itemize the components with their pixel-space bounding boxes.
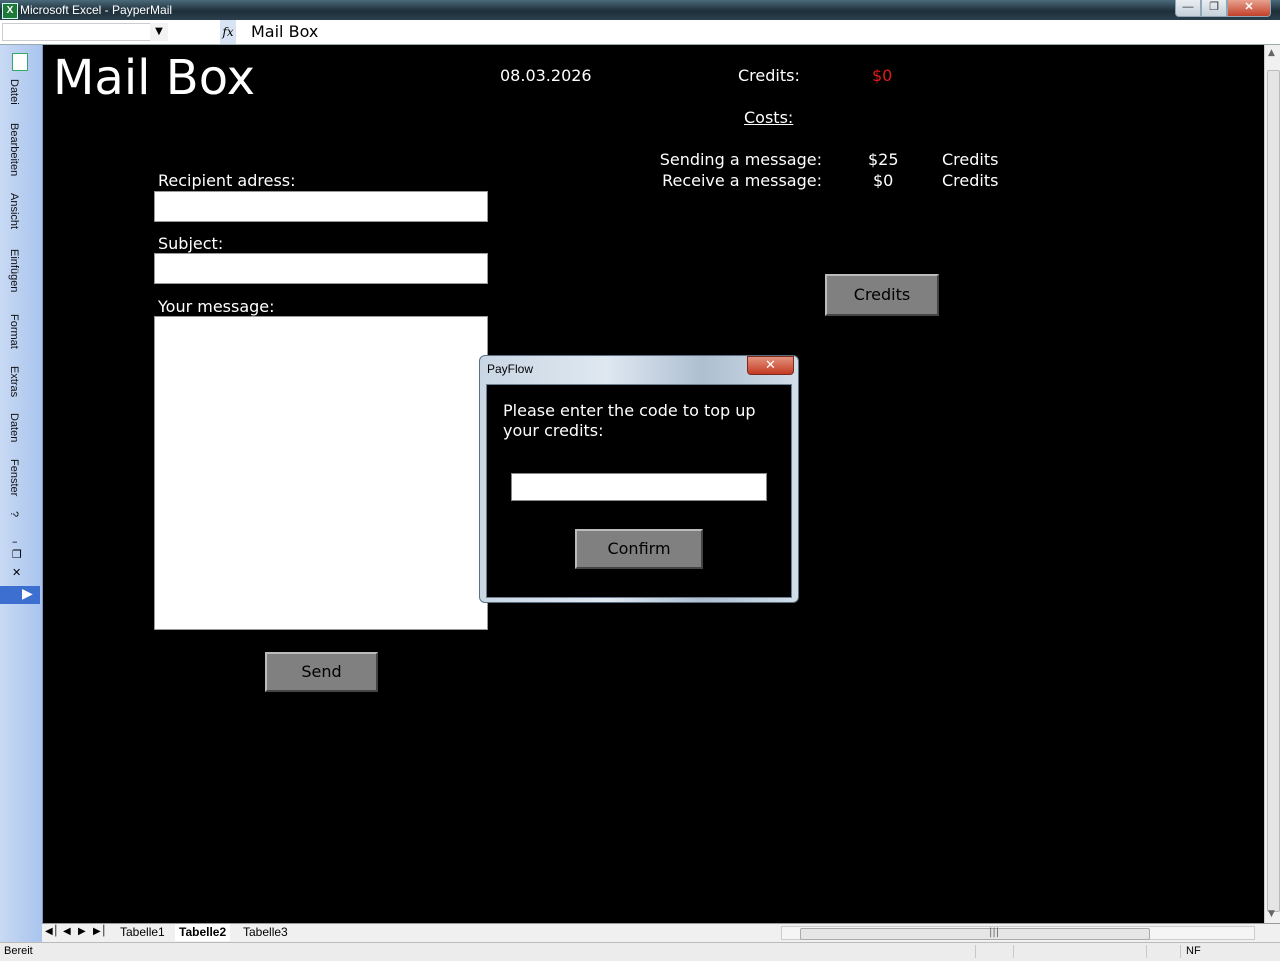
restore-button[interactable]: ❐ — [1201, 0, 1227, 17]
cost-send-label: Sending a message: — [659, 150, 822, 169]
recipient-input[interactable] — [154, 191, 488, 222]
scroll-grip-icon: ||| — [989, 927, 1000, 938]
cost-receive-value: $0 — [873, 171, 894, 190]
name-box-dropdown[interactable]: ▼ — [150, 23, 168, 41]
formula-input[interactable]: Mail Box — [251, 22, 318, 41]
window-close-button[interactable]: ✕ — [1227, 0, 1271, 17]
numlock-indicator: NF — [1186, 945, 1201, 957]
workbook-icon[interactable] — [12, 53, 28, 71]
menu-datei[interactable]: Datei — [8, 79, 20, 105]
window-title: Microsoft Excel - PayperMail — [20, 3, 173, 17]
costs-heading: Costs: — [744, 108, 794, 127]
status-cell — [1180, 945, 1181, 958]
minimize-button[interactable]: — — [1175, 0, 1201, 17]
close-icon: ✕ — [1244, 1, 1254, 13]
minimize-icon: — — [1182, 1, 1194, 13]
page-title: Mail Box — [53, 50, 255, 106]
close-icon: ✕ — [765, 358, 776, 373]
sheet-tab-bar: ◀│ ◀ ▶ ▶│ Tabelle1 Tabelle2 Tabelle3 ||| — [42, 923, 1280, 942]
dialog-prompt: Please enter the code to top up your cre… — [503, 401, 756, 440]
menu-einfuegen[interactable]: Einfügen — [8, 249, 20, 292]
prev-sheet-icon[interactable]: ◀ — [63, 926, 71, 937]
scroll-down-icon[interactable]: ▼ — [1268, 909, 1275, 919]
send-button[interactable]: Send — [265, 652, 378, 692]
excel-app-icon[interactable]: X — [2, 3, 18, 19]
doc-minimize-icon[interactable]: – — [12, 535, 18, 548]
dialog-body: Please enter the code to top up your cre… — [486, 384, 792, 598]
status-text: Bereit — [4, 945, 33, 957]
message-label: Your message: — [158, 297, 275, 316]
vertical-menu-bar: Datei Bearbeiten Ansicht Einfügen Format… — [0, 45, 43, 942]
window-title-bar: X Microsoft Excel - PayperMail — ❐ ✕ — [0, 0, 1280, 20]
menu-ansicht[interactable]: Ansicht — [8, 193, 20, 229]
menu-help[interactable]: ? — [8, 511, 20, 517]
cost-send-unit: Credits — [942, 150, 999, 169]
credits-balance: $0 — [872, 66, 893, 85]
status-cell — [1013, 945, 1014, 958]
chevron-down-icon: ▼ — [155, 26, 163, 37]
doc-restore-icon[interactable]: ❐ — [12, 548, 22, 561]
horizontal-scrollbar[interactable]: ||| — [781, 926, 1255, 940]
payflow-dialog: PayFlow ✕ Please enter the code to top u… — [479, 355, 799, 603]
menu-format[interactable]: Format — [8, 314, 20, 349]
menu-fenster[interactable]: Fenster — [8, 459, 20, 496]
next-sheet-icon[interactable]: ▶ — [78, 926, 86, 937]
menu-daten[interactable]: Daten — [8, 413, 20, 442]
vertical-scrollbar[interactable]: ▲ ▼ — [1264, 45, 1280, 923]
cost-receive-label: Receive a message: — [662, 171, 822, 190]
recipient-label: Recipient adress: — [158, 171, 296, 190]
first-sheet-icon[interactable]: ◀│ — [45, 926, 59, 937]
dialog-close-button[interactable]: ✕ — [747, 356, 794, 375]
subject-input[interactable] — [154, 253, 488, 284]
cost-send-value: $25 — [868, 150, 899, 169]
status-bar: Bereit NF — [0, 942, 1280, 961]
restore-icon: ❐ — [1209, 1, 1219, 13]
doc-close-icon[interactable]: ✕ — [12, 566, 21, 579]
topup-code-input[interactable] — [511, 473, 767, 501]
credits-label: Credits: — [738, 66, 800, 85]
horizontal-scroll-thumb[interactable]: ||| — [800, 927, 1150, 940]
menu-bearbeiten[interactable]: Bearbeiten — [8, 123, 20, 176]
menu-extras[interactable]: Extras — [8, 366, 20, 397]
current-date: 08.03.2026 — [500, 66, 592, 85]
fx-icon[interactable]: fx — [220, 20, 236, 44]
scroll-up-icon[interactable]: ▲ — [1268, 48, 1275, 58]
toolbar-expand-button[interactable]: ▶ — [0, 586, 40, 604]
credits-button[interactable]: Credits — [825, 274, 939, 316]
status-cell — [975, 945, 976, 958]
status-cell — [1146, 945, 1147, 958]
formula-bar: ▼ fx Mail Box — [0, 20, 1280, 45]
cost-receive-unit: Credits — [942, 171, 999, 190]
vertical-scroll-thumb[interactable] — [1267, 70, 1280, 912]
name-box[interactable] — [2, 23, 152, 41]
confirm-button[interactable]: Confirm — [575, 529, 703, 569]
tab-tabelle3[interactable]: Tabelle3 — [239, 924, 292, 941]
subject-label: Subject: — [158, 234, 224, 253]
last-sheet-icon[interactable]: ▶│ — [93, 926, 107, 937]
tab-tabelle2[interactable]: Tabelle2 — [175, 924, 231, 941]
dialog-title: PayFlow — [487, 362, 534, 376]
tab-tabelle1[interactable]: Tabelle1 — [116, 924, 169, 941]
chevron-right-icon: ▶ — [22, 586, 33, 602]
message-textarea[interactable] — [154, 316, 488, 630]
